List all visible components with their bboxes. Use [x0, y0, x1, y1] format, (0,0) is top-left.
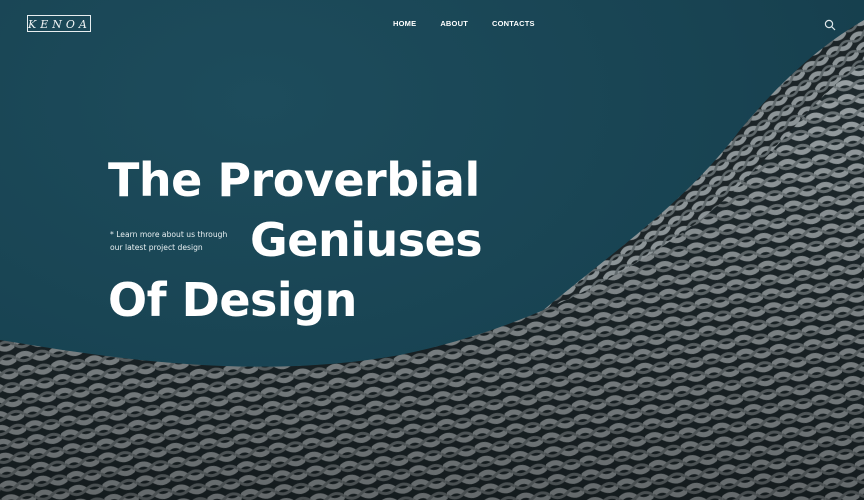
nav-home-link[interactable]: HOME	[393, 19, 416, 28]
hero-title-line-1: The Proverbial	[108, 153, 480, 207]
hero-title-line-3: Of Design	[108, 273, 357, 327]
brand-logo[interactable]: KENOA	[27, 15, 91, 32]
nav-contacts-link[interactable]: CONTACTS	[492, 19, 535, 28]
main-menu: HOME ABOUT CONTACTS	[393, 19, 559, 28]
hero-note-line-2: our latest project design	[110, 242, 203, 252]
top-navigation: KENOA HOME ABOUT CONTACTS	[0, 0, 864, 48]
hero-note: * Learn more about us through our latest…	[110, 229, 250, 254]
hero-note-line-1: * Learn more about us through	[110, 230, 228, 239]
nav-about-link[interactable]: ABOUT	[440, 19, 468, 28]
search-icon[interactable]	[824, 19, 836, 31]
